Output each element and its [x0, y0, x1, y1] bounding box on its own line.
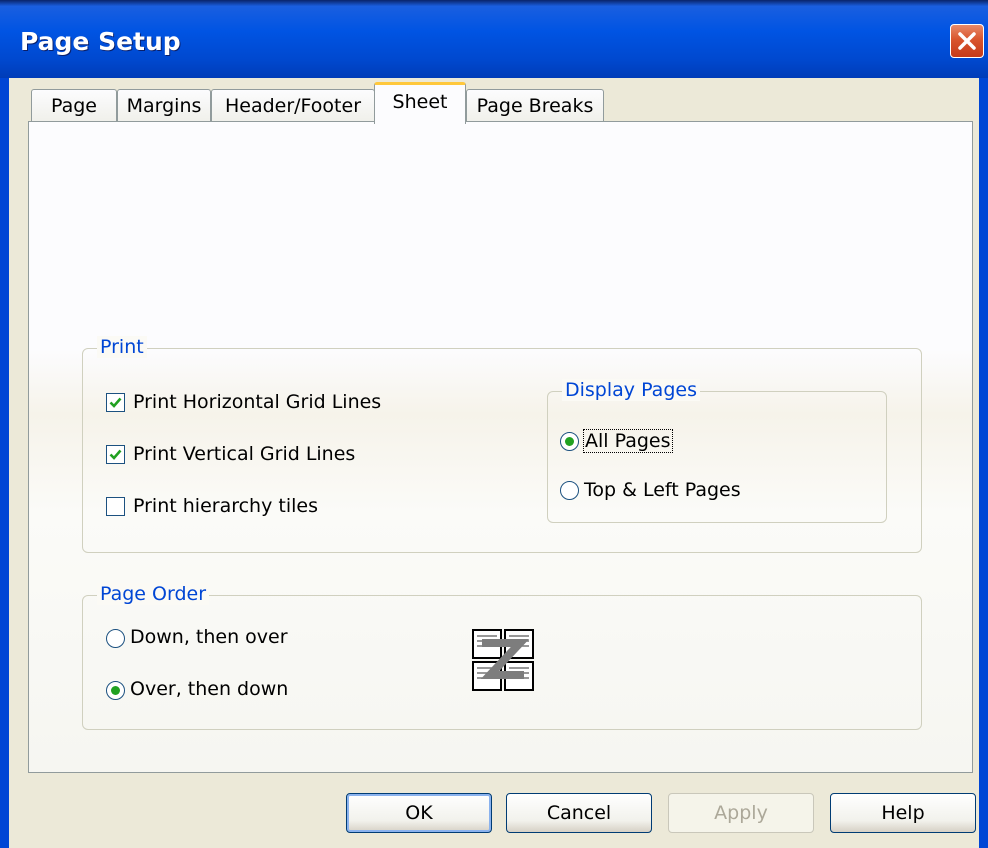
- page-order-group: Page Order Down, then over Over, then do…: [82, 583, 922, 730]
- radio-selected-dot: [111, 686, 120, 695]
- top-left-pages-radio[interactable]: [560, 481, 579, 500]
- print-vertical-grid-lines-checkbox[interactable]: [106, 445, 125, 464]
- checkmark-icon: [109, 397, 122, 408]
- tab-label: Page: [51, 95, 97, 117]
- tab-label: Margins: [126, 95, 202, 117]
- print-group-legend: Print: [97, 336, 147, 358]
- tab-label: Page Breaks: [476, 95, 594, 117]
- top-left-pages-label[interactable]: Top & Left Pages: [584, 479, 741, 501]
- tab-header-footer[interactable]: Header/Footer: [211, 89, 375, 122]
- all-pages-radio[interactable]: [560, 432, 579, 451]
- apply-button[interactable]: Apply: [668, 793, 814, 833]
- tab-label: Header/Footer: [224, 95, 362, 117]
- radio-selected-dot: [565, 437, 574, 446]
- window-frame-right: [979, 78, 988, 848]
- tab-page[interactable]: Page: [31, 89, 117, 122]
- help-button[interactable]: Help: [830, 793, 976, 833]
- ok-button[interactable]: OK: [346, 793, 492, 833]
- print-horizontal-grid-lines-checkbox[interactable]: [106, 393, 125, 412]
- tab-label: Sheet: [392, 91, 448, 113]
- print-hierarchy-tiles-checkbox[interactable]: [106, 497, 125, 516]
- display-pages-legend: Display Pages: [562, 379, 700, 401]
- down-then-over-label[interactable]: Down, then over: [130, 626, 288, 648]
- tab-margins[interactable]: Margins: [117, 89, 211, 122]
- window-frame-left: [0, 78, 9, 848]
- sheet-tab-panel: Print Print Horizontal Grid Lines Print …: [28, 121, 973, 773]
- over-then-down-label[interactable]: Over, then down: [130, 678, 288, 700]
- close-icon: [958, 32, 976, 50]
- over-then-down-radio[interactable]: [106, 681, 125, 700]
- title-bar[interactable]: Page Setup: [0, 0, 988, 78]
- page-order-preview-icon: [472, 629, 534, 691]
- window-title: Page Setup: [20, 27, 181, 56]
- print-hierarchy-tiles-label[interactable]: Print hierarchy tiles: [133, 495, 318, 517]
- print-vertical-grid-lines-label[interactable]: Print Vertical Grid Lines: [133, 443, 355, 465]
- print-horizontal-grid-lines-label[interactable]: Print Horizontal Grid Lines: [133, 391, 381, 413]
- tab-sheet[interactable]: Sheet: [374, 82, 466, 124]
- print-group: Print Print Horizontal Grid Lines Print …: [82, 336, 922, 553]
- page-order-legend: Page Order: [97, 583, 210, 605]
- display-pages-group: Display Pages All Pages Top & Left Pages: [547, 379, 887, 523]
- all-pages-label[interactable]: All Pages: [583, 429, 673, 453]
- tab-page-breaks[interactable]: Page Breaks: [466, 89, 604, 122]
- close-button[interactable]: [950, 24, 984, 58]
- cancel-button[interactable]: Cancel: [506, 793, 652, 833]
- checkmark-icon: [109, 449, 122, 460]
- down-then-over-radio[interactable]: [106, 629, 125, 648]
